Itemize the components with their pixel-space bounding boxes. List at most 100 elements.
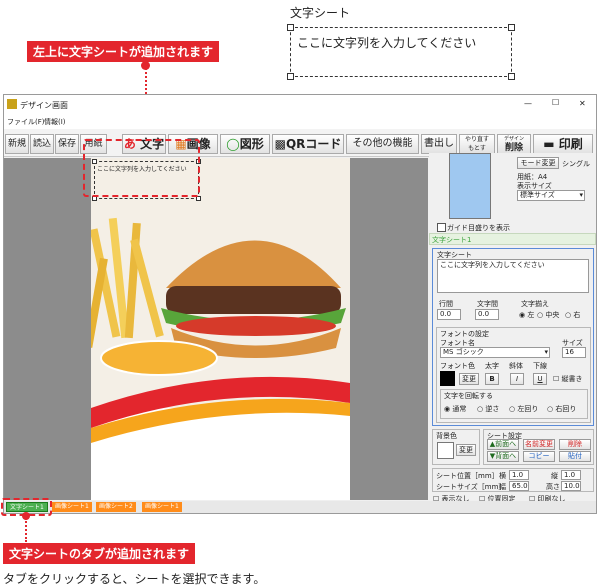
menu-info[interactable]: 情報(I) <box>44 117 66 127</box>
bg-color-swatch[interactable] <box>437 442 454 459</box>
handle <box>287 73 294 80</box>
maximize-button[interactable]: ☐ <box>552 98 559 107</box>
width-label: 幅 <box>499 483 506 491</box>
close-button[interactable]: ✕ <box>579 99 586 108</box>
bg-change-button[interactable]: 変更 <box>456 444 476 456</box>
sheet-size-label: シートサイズ［mm］ <box>436 483 506 491</box>
tab-image-sheet-1[interactable]: 画像シート1 <box>52 502 92 512</box>
text-input-value: ここに文字列を入力してください <box>440 261 545 269</box>
bold-button[interactable]: B <box>485 373 499 385</box>
undo-label: もとす <box>468 145 486 152</box>
height-label: 高さ <box>546 483 560 491</box>
align-right-radio[interactable]: ○ 右 <box>565 310 580 320</box>
redo-label: やり直す <box>464 136 489 143</box>
rotate-group: 文字を回転する ◉ 通常 ○ 逆さ ○ 左回り ○ 右回り <box>440 389 588 419</box>
y-label: 縦 <box>551 472 558 480</box>
italic-button[interactable]: I <box>510 373 524 385</box>
rotate-reverse-radio[interactable]: ○ 逆さ <box>477 404 499 414</box>
preview-label: 文字シート <box>290 6 351 20</box>
rotate-left-radio[interactable]: ○ 左回り <box>509 404 538 414</box>
align-label: 文字揃え <box>521 300 549 308</box>
rotate-label: 文字を回転する <box>444 392 493 400</box>
line-spacing-input[interactable]: 0.0 <box>437 309 461 320</box>
chevron-down-icon: ▾ <box>579 191 583 199</box>
tab-image-sheet-2[interactable]: 画像シート2 <box>96 502 136 512</box>
tab-image-sheet-3[interactable]: 画像シート1 <box>142 502 182 512</box>
new-button[interactable]: 新規 <box>5 134 29 154</box>
rotate-right-radio[interactable]: ○ 右回り <box>547 404 576 414</box>
mode-change-button[interactable]: モード変更 <box>517 157 559 169</box>
italic-label: 斜体 <box>509 362 523 370</box>
guide-checkbox[interactable] <box>437 223 446 232</box>
copy-button[interactable]: コピー <box>523 451 555 462</box>
align-center-radio[interactable]: ○ 中央 <box>537 310 559 320</box>
print-button[interactable]: ▬ 印刷 <box>533 134 593 154</box>
handle <box>508 24 515 31</box>
callout-top: 左上に文字シートが追加されます <box>27 41 220 62</box>
height-input[interactable]: 10.0 <box>561 481 581 491</box>
align-left-radio[interactable]: ◉ 左 <box>519 310 534 320</box>
font-color-change-button[interactable]: 変更 <box>459 373 479 385</box>
paste-button[interactable]: 貼付 <box>559 451 591 462</box>
rotate-reverse-label: 逆さ <box>485 405 500 413</box>
minimize-button[interactable]: — <box>524 99 532 108</box>
callout-bottom: 文字シートのタブが追加されます <box>3 543 196 564</box>
export-button[interactable]: 書出し <box>421 134 457 154</box>
x-input[interactable]: 1.0 <box>509 470 529 480</box>
burger-photo <box>91 158 350 443</box>
vertical-checkbox[interactable]: ☐ 縦書き <box>553 374 583 384</box>
handle <box>508 73 515 80</box>
vertical-label: 縦書き <box>561 375 583 383</box>
qr-icon: ▩ <box>274 137 286 151</box>
align-left-label: 左 <box>527 311 535 319</box>
sheet-title: 文字シート1 <box>432 236 472 244</box>
underline-button[interactable]: U <box>533 373 547 385</box>
font-size-select[interactable]: 16 <box>562 347 586 358</box>
highlight-canvas-sheet <box>83 139 200 197</box>
font-size-value: 16 <box>565 348 574 356</box>
load-button[interactable]: 読込 <box>30 134 54 154</box>
display-size-value: 標準サイズ <box>520 191 555 199</box>
menu-bar: ファイル(F) 情報(I) <box>4 115 596 129</box>
print-button-label: 印刷 <box>558 137 583 151</box>
delete-button[interactable]: デザイン 削除 <box>497 134 531 154</box>
send-back-button[interactable]: ▼背面へ <box>487 451 519 462</box>
font-color-swatch[interactable] <box>440 371 455 386</box>
align-center-label: 中央 <box>545 311 560 319</box>
menu-file[interactable]: ファイル(F) <box>7 117 45 127</box>
shape-button[interactable]: ◯図形 <box>220 134 270 154</box>
char-spacing-label: 文字間 <box>477 300 498 308</box>
x-label: 横 <box>499 472 506 480</box>
char-spacing-input[interactable]: 0.0 <box>475 309 499 320</box>
y-input[interactable]: 1.0 <box>561 470 581 480</box>
bring-front-button[interactable]: ▲前面へ <box>487 439 519 450</box>
single-label: シングル <box>562 160 590 168</box>
delete-label: 削除 <box>504 143 523 153</box>
shape-button-label: 図形 <box>239 137 264 151</box>
width-input[interactable]: 65.0 <box>509 481 529 491</box>
underline-label: 下線 <box>533 362 547 370</box>
rotate-normal-radio[interactable]: ◉ 通常 <box>444 404 466 414</box>
printer-icon: ▬ <box>543 137 555 151</box>
text-input[interactable]: ここに文字列を入力してください <box>437 259 589 293</box>
title-bar: デザイン画面 — ☐ ✕ <box>4 95 596 115</box>
guide-label: ガイド目盛りを表示 <box>447 224 510 232</box>
align-right-label: 右 <box>573 311 581 319</box>
sheet-settings-group: シート設定 ▲前面へ ▼背面へ 名前変更 コピー 削除 貼付 <box>483 429 594 465</box>
font-color-label: フォント色 <box>440 362 475 370</box>
caption: タブをクリックすると、シートを選択できます。 <box>3 572 266 586</box>
redo-undo-button[interactable]: やり直す もとす <box>459 134 495 154</box>
canvas-margin-left <box>4 158 91 500</box>
font-name-select[interactable]: MS ゴシック ▾ <box>440 347 550 358</box>
qr-button[interactable]: ▩QRコード <box>272 134 344 154</box>
other-button[interactable]: その他の機能 <box>346 134 419 154</box>
qr-button-label: QRコード <box>285 137 342 151</box>
delete-sheet-button[interactable]: 削除 <box>559 439 591 450</box>
text-settings-group: 文字シート ここに文字列を入力してください 行間 0.0 文字間 0.0 文字揃… <box>432 248 594 426</box>
display-size-select[interactable]: 標準サイズ ▾ <box>517 190 585 201</box>
save-button[interactable]: 保存 <box>55 134 79 154</box>
design-canvas[interactable]: ここに文字列を入力してください <box>91 158 350 500</box>
rename-button[interactable]: 名前変更 <box>523 439 555 450</box>
line-spacing-label: 行間 <box>439 300 453 308</box>
char-spacing-value: 0.0 <box>478 310 490 318</box>
